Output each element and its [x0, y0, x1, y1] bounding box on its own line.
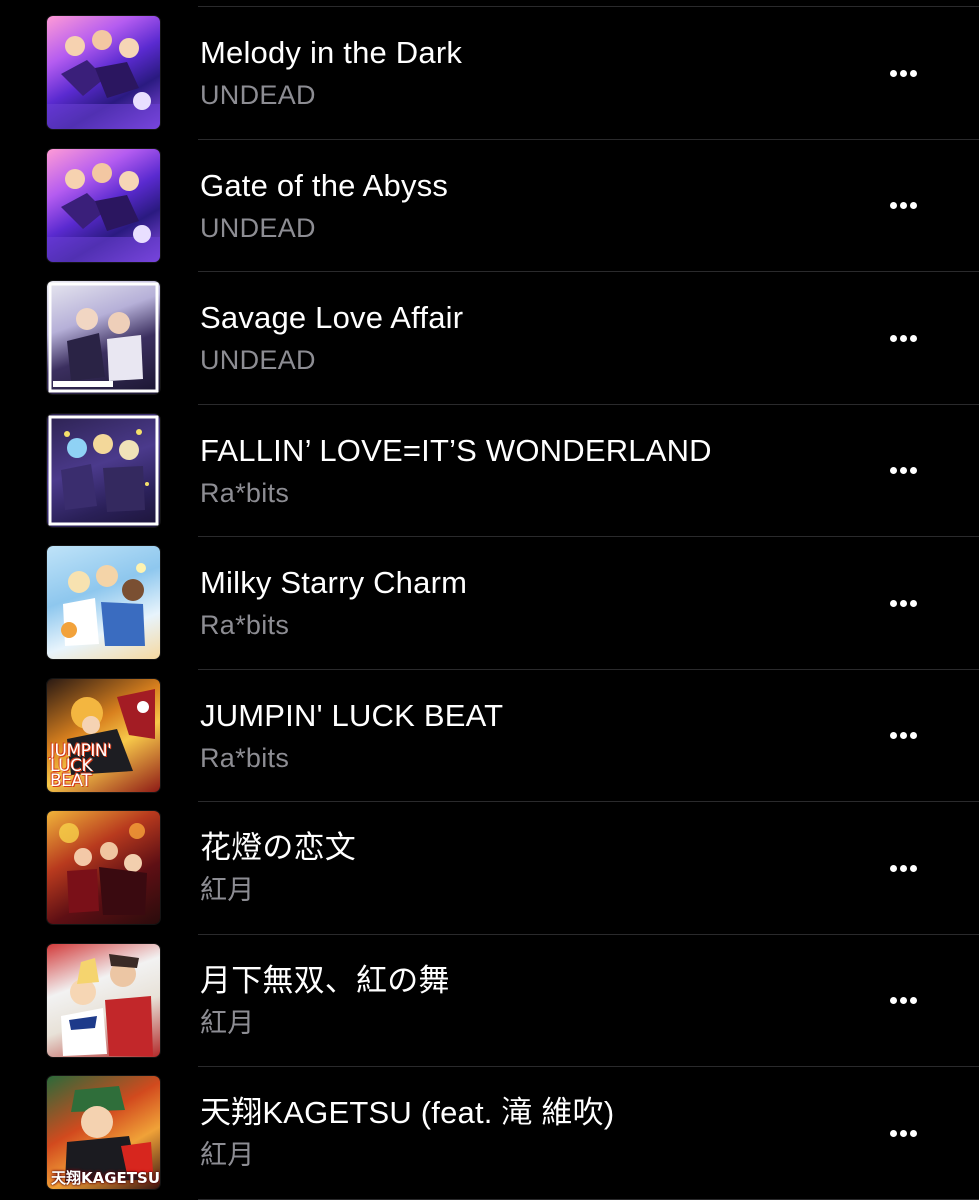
artwork-title: 天翔KAGETSU: [51, 1169, 160, 1187]
album-artwork[interactable]: [47, 413, 160, 527]
album-artwork[interactable]: 天翔KAGETSU: [47, 1076, 160, 1189]
song-row[interactable]: JUMPIN' LUCK BEAT JUMPIN' LUCK BEAT Ra*b…: [0, 670, 979, 802]
song-artist: Ra*bits: [200, 610, 290, 640]
ellipsis-icon: [909, 202, 917, 209]
ellipsis-icon: [899, 334, 907, 342]
song-artist: UNDEAD: [200, 345, 316, 375]
artwork-title: JUMPIN' LUCK BEAT: [50, 740, 112, 791]
ellipsis-icon: [899, 69, 907, 77]
song-artist: Ra*bits: [200, 742, 290, 773]
song-artist: 紅月: [200, 875, 255, 905]
ellipsis-icon: [909, 334, 917, 342]
ellipsis-icon: [909, 69, 917, 77]
ellipsis-icon: [889, 202, 897, 209]
song-row[interactable]: Savage Love Affair UNDEAD: [0, 272, 979, 405]
ellipsis-icon: [909, 1129, 917, 1137]
row-divider: [198, 1198, 979, 1200]
song-title: Melody in the Dark: [200, 35, 463, 70]
ellipsis-icon: [899, 202, 907, 209]
song-artist: UNDEAD: [200, 80, 316, 110]
song-row[interactable]: FALLIN’ LOVE=IT’S WONDERLAND Ra*bits: [0, 405, 979, 537]
more-options-button[interactable]: [876, 455, 930, 487]
more-options-button[interactable]: [876, 852, 930, 884]
ellipsis-icon: [909, 599, 917, 607]
ellipsis-icon: [889, 69, 897, 77]
more-options-button[interactable]: [876, 587, 930, 619]
song-row[interactable]: Gate of the Abyss UNDEAD: [0, 140, 979, 272]
song-title: Milky Starry Charm: [200, 565, 468, 600]
ellipsis-icon: [899, 997, 907, 1004]
more-options-button[interactable]: [876, 985, 930, 1017]
album-artwork[interactable]: [47, 16, 160, 129]
song-title: Savage Love Affair: [200, 300, 464, 335]
ellipsis-icon: [899, 599, 907, 607]
song-artist: 紅月: [200, 1007, 255, 1038]
ellipsis-icon: [899, 467, 907, 474]
song-row[interactable]: 月下無双、紅の舞 紅月: [0, 935, 979, 1067]
ellipsis-icon: [889, 599, 897, 607]
more-options-button[interactable]: [876, 322, 930, 354]
song-row[interactable]: Melody in the Dark UNDEAD: [0, 7, 979, 140]
ellipsis-icon: [889, 1129, 897, 1137]
song-title: 花燈の恋文: [200, 830, 356, 865]
ellipsis-icon: [909, 732, 917, 739]
song-row[interactable]: Milky Starry Charm Ra*bits: [0, 537, 979, 670]
song-list: Melody in the Dark UNDEAD Gate of the Ab…: [0, 7, 979, 1200]
ellipsis-icon: [889, 864, 897, 872]
more-options-button[interactable]: [876, 190, 930, 222]
song-title: 天翔KAGETSU (feat. 滝 維吹): [200, 1095, 615, 1130]
ellipsis-icon: [909, 997, 917, 1004]
song-title: FALLIN’ LOVE=IT’S WONDERLAND: [200, 432, 712, 468]
song-title: Gate of the Abyss: [200, 167, 449, 203]
album-artwork[interactable]: [47, 281, 160, 394]
ellipsis-icon: [899, 732, 907, 739]
song-row[interactable]: 天翔KAGETSU 天翔KAGETSU (feat. 滝 維吹) 紅月: [0, 1067, 979, 1200]
album-artwork[interactable]: [47, 811, 160, 924]
ellipsis-icon: [889, 467, 897, 474]
song-artist: UNDEAD: [200, 212, 316, 243]
album-artwork[interactable]: JUMPIN' LUCK BEAT: [47, 678, 160, 792]
song-row[interactable]: 花燈の恋文 紅月: [0, 802, 979, 935]
more-options-button[interactable]: [876, 57, 930, 89]
more-options-button[interactable]: [876, 1117, 930, 1149]
ellipsis-icon: [909, 864, 917, 872]
song-title: JUMPIN' LUCK BEAT: [200, 697, 504, 733]
ellipsis-icon: [889, 732, 897, 739]
ellipsis-icon: [899, 1129, 907, 1137]
ellipsis-icon: [909, 467, 917, 474]
song-artist: 紅月: [200, 1140, 255, 1170]
album-artwork[interactable]: [47, 546, 160, 659]
more-options-button[interactable]: [876, 720, 930, 752]
album-artwork[interactable]: [47, 148, 160, 262]
ellipsis-icon: [889, 334, 897, 342]
song-title: 月下無双、紅の舞: [200, 962, 450, 998]
ellipsis-icon: [899, 864, 907, 872]
song-artist: Ra*bits: [200, 477, 290, 508]
album-artwork[interactable]: [47, 943, 160, 1057]
ellipsis-icon: [889, 997, 897, 1004]
